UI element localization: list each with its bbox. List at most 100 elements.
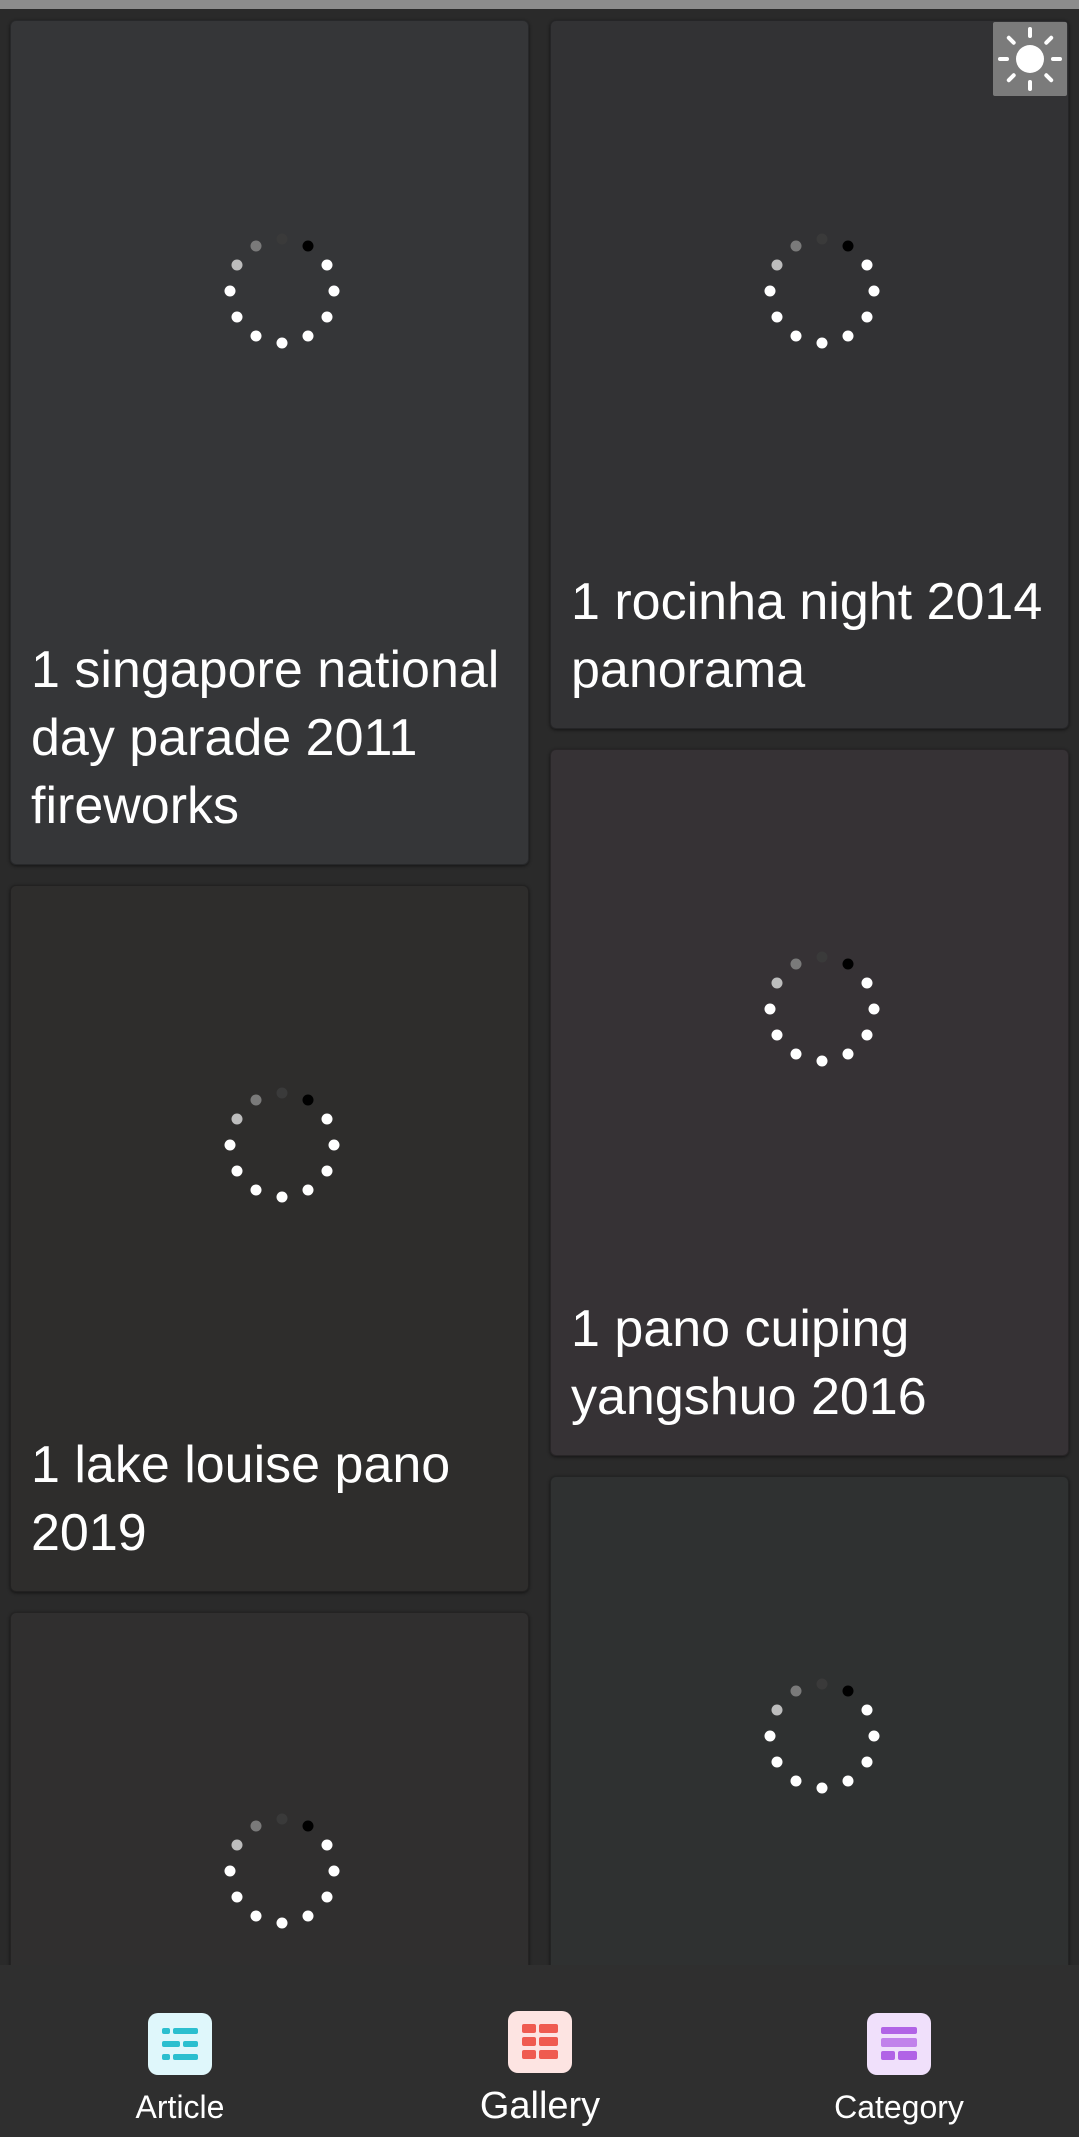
spinner-dot (861, 1756, 873, 1768)
spinner-dot (842, 1775, 854, 1787)
spinner-dot (276, 1813, 288, 1825)
spinner-dot (868, 1730, 880, 1742)
spinner-dot (790, 1775, 802, 1787)
category-icon (867, 2013, 931, 2075)
spinner-dot (771, 1756, 783, 1768)
spinner-dot (321, 259, 333, 271)
spinner-dot (250, 1910, 262, 1922)
gallery-grid[interactable]: 1 singapore national day parade 2011 fir… (0, 9, 1079, 1965)
spinner-dot (861, 311, 873, 323)
spinner-dot (771, 259, 783, 271)
spinner-dot (231, 259, 243, 271)
spinner-dot (276, 337, 288, 349)
spinner-dot (328, 1865, 340, 1877)
loading-spinner-icon (224, 1813, 340, 1929)
spinner-dot (764, 1730, 776, 1742)
spinner-dot (321, 1113, 333, 1125)
spinner-dot (250, 1820, 262, 1832)
spinner-dot (861, 977, 873, 989)
spinner-dot (842, 240, 854, 252)
card-title: 1 rocinha night 2014 panorama (571, 573, 1043, 699)
spinner-dot (816, 337, 828, 349)
spinner-dot (224, 285, 236, 297)
spinner-dot (302, 1094, 314, 1106)
gallery-card[interactable] (10, 1612, 529, 1965)
spinner-dot (250, 1184, 262, 1196)
spinner-dot (861, 1029, 873, 1041)
spinner-dot (816, 1782, 828, 1794)
spinner-dot (771, 977, 783, 989)
spinner-dot (842, 330, 854, 342)
spinner-dot (224, 1865, 236, 1877)
spinner-dot (868, 285, 880, 297)
spinner-dot (224, 1139, 236, 1151)
spinner-dot (231, 1839, 243, 1851)
gallery-card[interactable]: 1 pano cuiping yangshuo 2016 (550, 749, 1069, 1456)
spinner-dot (276, 1087, 288, 1099)
nav-label: Gallery (479, 2085, 601, 2127)
spinner-dot (250, 1094, 262, 1106)
spinner-dot (816, 951, 828, 963)
loading-spinner-icon (224, 1087, 340, 1203)
spinner-dot (231, 311, 243, 323)
nav-item-category[interactable]: Category (749, 1965, 1049, 2137)
spinner-dot (321, 1839, 333, 1851)
gallery-icon (508, 2011, 572, 2073)
spinner-dot (321, 311, 333, 323)
spinner-dot (302, 330, 314, 342)
spinner-dot (328, 285, 340, 297)
loading-spinner-icon (764, 1678, 880, 1794)
spinner-dot (771, 1704, 783, 1716)
nav-label: Category (834, 2089, 964, 2125)
spinner-dot (302, 1184, 314, 1196)
spinner-dot (231, 1891, 243, 1903)
spinner-dot (764, 1003, 776, 1015)
loading-spinner-icon (764, 233, 880, 349)
spinner-dot (861, 1704, 873, 1716)
spinner-dot (276, 1917, 288, 1929)
gallery-card[interactable] (550, 1476, 1069, 1965)
spinner-dot (276, 1191, 288, 1203)
spinner-dot (302, 1910, 314, 1922)
spinner-dot (842, 958, 854, 970)
spinner-dot (250, 240, 262, 252)
spinner-dot (302, 240, 314, 252)
card-title: 1 lake louise pano 2019 (31, 1436, 451, 1562)
article-icon (148, 2013, 212, 2075)
gallery-card[interactable]: 1 singapore national day parade 2011 fir… (10, 20, 529, 865)
gallery-card[interactable]: 1 lake louise pano 2019 (10, 885, 529, 1592)
spinner-dot (231, 1165, 243, 1177)
spinner-dot (231, 1113, 243, 1125)
status-bar-strip (0, 0, 1079, 9)
spinner-dot (816, 1678, 828, 1690)
nav-item-gallery[interactable]: Gallery (390, 1965, 690, 2137)
spinner-dot (764, 285, 776, 297)
spinner-dot (302, 1820, 314, 1832)
spinner-dot (250, 330, 262, 342)
spinner-dot (868, 1003, 880, 1015)
card-title: 1 singapore national day parade 2011 fir… (31, 641, 500, 835)
spinner-dot (861, 259, 873, 271)
spinner-dot (790, 1685, 802, 1697)
theme-toggle-button[interactable] (993, 22, 1067, 96)
card-title: 1 pano cuiping yangshuo 2016 (571, 1300, 927, 1426)
spinner-dot (771, 1029, 783, 1041)
loading-spinner-icon (224, 233, 340, 349)
spinner-dot (321, 1165, 333, 1177)
nav-item-article[interactable]: Article (30, 1965, 330, 2137)
gallery-card[interactable]: 1 rocinha night 2014 panorama (550, 20, 1069, 729)
spinner-dot (842, 1048, 854, 1060)
spinner-dot (816, 233, 828, 245)
spinner-dot (790, 240, 802, 252)
spinner-dot (790, 958, 802, 970)
spinner-dot (321, 1891, 333, 1903)
spinner-dot (842, 1685, 854, 1697)
spinner-dot (328, 1139, 340, 1151)
sun-icon (998, 27, 1062, 91)
bottom-navigation: Article Gallery Category (0, 1965, 1079, 2137)
nav-label: Article (135, 2089, 225, 2125)
spinner-dot (276, 233, 288, 245)
spinner-dot (790, 1048, 802, 1060)
loading-spinner-icon (764, 951, 880, 1067)
spinner-dot (790, 330, 802, 342)
